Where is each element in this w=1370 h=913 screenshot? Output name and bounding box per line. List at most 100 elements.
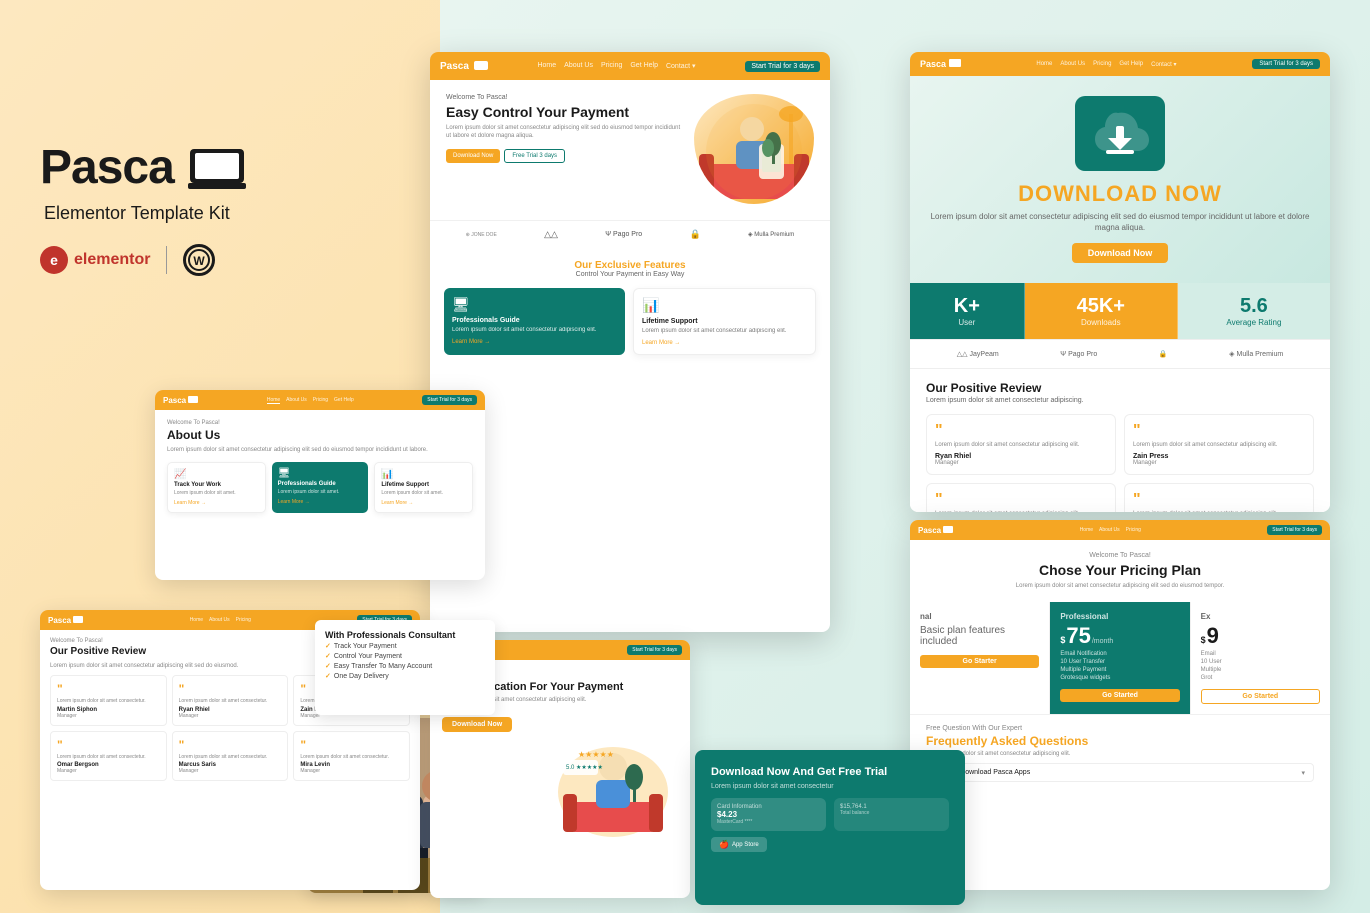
app-download-btn[interactable]: Download Now [442, 717, 512, 732]
right-reviews-section: Our Positive Review Lorem ipsum dolor si… [910, 369, 1330, 512]
right-reviewer-1-name: Ryan Rhiel [935, 453, 1107, 460]
reviewer-1-role: Manager [57, 713, 160, 719]
partners-strip: △△ JayPeam Ψ Pago Pro 🔒 ◈ Mulla Premium [910, 339, 1330, 369]
about-nav: Pasca Home About Us Pricing Get Help Sta… [155, 390, 485, 410]
feature-card-2-link[interactable]: Learn More → [642, 340, 807, 346]
app-illustration: ★★★★★ 5.0 ★★★★★ [548, 722, 678, 842]
hero-trial-btn[interactable]: Free Trial 3 days [504, 149, 565, 163]
hero-desc: Lorem ipsum dolor sit amet consectetur a… [446, 124, 684, 141]
consultant-item-3: ✓ Easy Transfer To Many Account [325, 662, 485, 670]
review-card-1: " Lorem ipsum dolor sit amet consectetur… [50, 675, 167, 726]
hero-download-btn[interactable]: Download Now [446, 149, 500, 163]
nav-link-contact: Contact ▾ [666, 62, 696, 70]
stats-section: K+ User 45K+ Downloads 5.6 Average Ratin… [910, 283, 1330, 339]
features-cards: 🖥 Professionals Guide Lorem ipsum dolor … [444, 288, 816, 355]
reviews-nav-links: Home About Us Pricing [190, 617, 251, 623]
right-top-mockup: Pasca Home About Us Pricing Get Help Con… [910, 52, 1330, 512]
pricing-cards: nal Basic plan features included Go Star… [910, 602, 1330, 714]
right-review-3: " Lorem ipsum dolor sit amet consectetur… [926, 483, 1116, 512]
hero-welcome: Welcome To Pasca! [446, 94, 684, 101]
pricing-desc: Lorem ipsum dolor sit amet consectetur a… [926, 582, 1314, 590]
logo-brand: Pasca [40, 140, 246, 195]
dl-green-subtitle: Lorem ipsum dolor sit amet consectetur [711, 783, 949, 790]
reviewer-4-role: Manager [57, 768, 160, 774]
download-btn[interactable]: Download Now [1072, 243, 1169, 263]
about-nav-links: Home About Us Pricing Get Help [267, 397, 354, 404]
download-desc: Lorem ipsum dolor sit amet consectetur a… [930, 211, 1310, 233]
consultant-title: With Professionals Consultant [325, 630, 485, 640]
about-nav-cta[interactable]: Start Trial for 3 days [422, 395, 477, 405]
pricing-plan-3-btn[interactable]: Go Started [1201, 689, 1320, 704]
nav-link-about: About Us [564, 62, 593, 70]
stat-rating: 5.6 Average Rating [1178, 283, 1330, 339]
nav-logo: Pasca [440, 61, 488, 72]
pricing-plan-2-btn[interactable]: Go Started [1060, 689, 1179, 702]
about-card-2-link[interactable]: Learn More → [278, 499, 363, 505]
download-icon-box [1075, 96, 1165, 171]
dl-green-store-buttons: 🍎 App Store [711, 837, 949, 852]
pricing-header: Welcome To Pasca! Chose Your Pricing Pla… [910, 540, 1330, 602]
about-card-1-link[interactable]: Learn More → [174, 500, 259, 506]
app-store-btn[interactable]: 🍎 App Store [711, 837, 767, 852]
about-title: About Us [167, 428, 473, 442]
right-review-4: " Lorem ipsum dolor sit amet consectetur… [1124, 483, 1314, 512]
consultant-item-1: ✓ Track Your Payment [325, 642, 485, 650]
download-title: DOWNLOAD NOW [930, 181, 1310, 207]
pricing-plan-3-name: Ex [1201, 612, 1320, 621]
right-partner-1: △△ JayPeam [957, 350, 999, 358]
dl-green-card-2: $15,764.1 Total balance [834, 798, 949, 831]
main-mockup-nav: Pasca Home About Us Pricing Get Help Con… [430, 52, 830, 80]
app-nav-cta[interactable]: Start Trial for 3 days [627, 645, 682, 655]
about-card-2-desc: Lorem ipsum dolor sit amet. [278, 489, 363, 496]
pricing-plan-2-price: $ 75 /month [1060, 625, 1179, 647]
hero-text: Welcome To Pasca! Easy Control Your Paym… [446, 94, 684, 206]
svg-text:W: W [194, 254, 206, 268]
reviewer-5-role: Manager [179, 768, 282, 774]
pricing-card-enterprise: Ex $ 9 Email 10 User Multiple Grot Go St… [1191, 602, 1330, 714]
pricing-plan-1-btn[interactable]: Go Starter [920, 655, 1039, 668]
about-card-3-desc: Lorem ipsum dolor sit amet. [381, 490, 466, 497]
stat-downloads-number: 45K+ [1037, 295, 1165, 318]
pricing-nav-cta[interactable]: Start Trial for 3 days [1267, 525, 1322, 535]
right-nav-logo: Pasca [920, 59, 961, 69]
feature-card-1-link[interactable]: Learn More → [452, 339, 617, 345]
about-card-1-desc: Lorem ipsum dolor sit amet. [174, 490, 259, 497]
right-reviewer-2-role: Manager [1133, 460, 1305, 466]
download-green-mockup: Download Now And Get Free Trial Lorem ip… [695, 750, 965, 905]
feature-card-professionals: 🖥 Professionals Guide Lorem ipsum dolor … [444, 288, 625, 355]
download-section: DOWNLOAD NOW Lorem ipsum dolor sit amet … [910, 76, 1330, 283]
hero-buttons: Download Now Free Trial 3 days [446, 149, 684, 163]
review-card-6: " Lorem ipsum dolor sit amet consectetur… [293, 731, 410, 782]
consultant-item-2: ✓ Control Your Payment [325, 652, 485, 660]
about-nav-logo: Pasca [163, 396, 198, 405]
faq-title: Frequently Asked Questions [926, 734, 1314, 748]
reviewer-6-role: Manager [300, 768, 403, 774]
about-card-3: 📊 Lifetime Support Lorem ipsum dolor sit… [374, 462, 473, 513]
pricing-card-basic: nal Basic plan features included Go Star… [910, 602, 1050, 714]
nav-links: Home About Us Pricing Get Help Contact ▾ [537, 62, 695, 70]
features-subtitle: Control Your Payment in Easy Way [444, 271, 816, 278]
stat-user-label: User [922, 318, 1012, 327]
right-nav-links: Home About Us Pricing Get Help Contact ▾ [1036, 61, 1176, 68]
pricing-plan-1-name: nal [920, 612, 1039, 621]
about-mockup: Pasca Home About Us Pricing Get Help Sta… [155, 390, 485, 580]
logos-strip: ⊕ JONE DOE △△ Ψ Pago Pro 🔒 ◈ Mulla Premi… [430, 220, 830, 248]
hero-title: Easy Control Your Payment [446, 104, 684, 121]
elementor-icon: e [40, 246, 68, 274]
right-reviews-sub: Lorem ipsum dolor sit amet consectetur a… [926, 397, 1314, 404]
elementor-label: elementor [74, 251, 150, 269]
reviews-nav-logo: Pasca [48, 616, 83, 625]
about-card-3-link[interactable]: Learn More → [381, 500, 466, 506]
nav-cta-button[interactable]: Start Trial for 3 days [745, 61, 820, 72]
pricing-nav: Pasca Home About Us Pricing Start Trial … [910, 520, 1330, 540]
stat-downloads-label: Downloads [1037, 318, 1165, 327]
right-reviewer-2-name: Zain Press [1133, 453, 1305, 460]
cloud-download-icon [1090, 106, 1150, 161]
reviewer-2-role: Manager [179, 713, 282, 719]
pricing-plan-2-period: /month [1092, 638, 1113, 645]
nav-link-home: Home [537, 62, 556, 70]
right-nav-cta[interactable]: Start Trial for 3 days [1252, 59, 1320, 69]
faq-item-1[interactable]: How To Download Pasca Apps ▾ [926, 763, 1314, 782]
feature-card-2-title: Lifetime Support [642, 318, 807, 325]
svg-text:5.0 ★★★★★: 5.0 ★★★★★ [566, 764, 603, 771]
